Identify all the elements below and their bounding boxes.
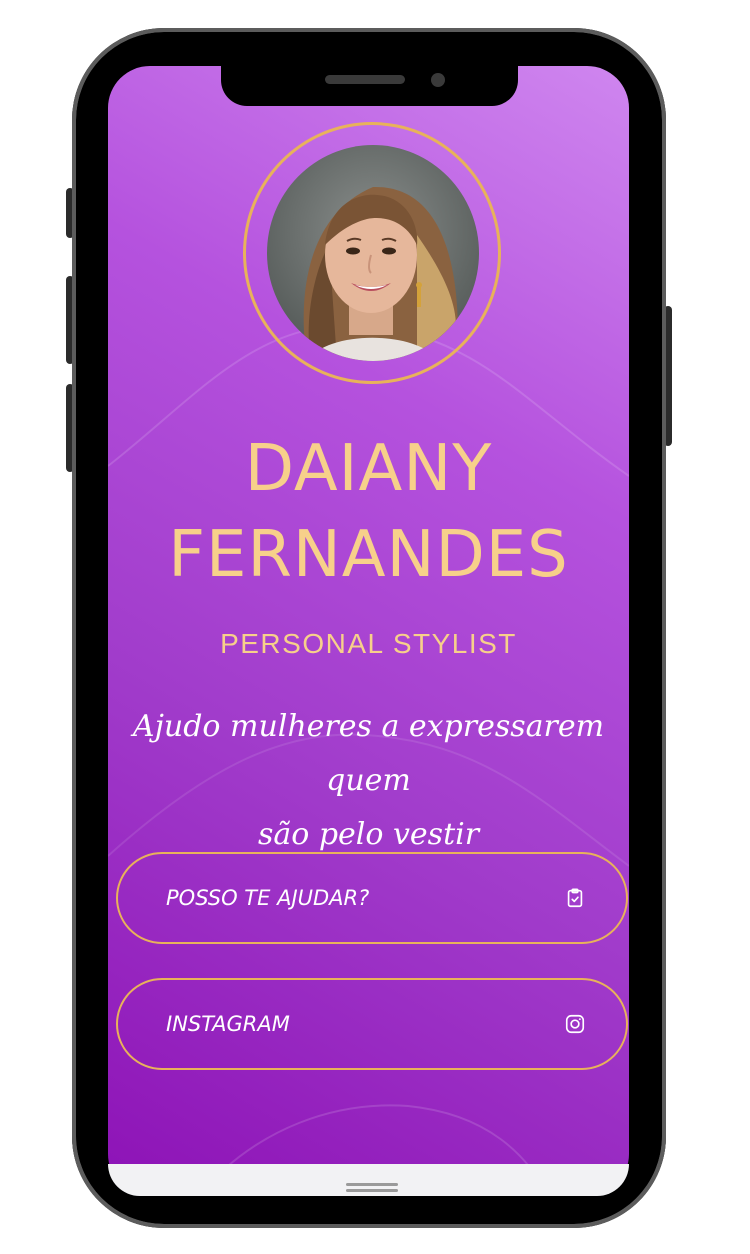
profile-role: PERSONAL STYLIST (220, 628, 517, 659)
power-button (664, 306, 672, 446)
volume-up-button (66, 276, 74, 364)
silent-switch (66, 188, 74, 238)
instagram-icon (564, 1013, 586, 1035)
profile-name-line-2: FERNANDES (168, 518, 569, 592)
profile-name-line-1: DAIANY (244, 432, 493, 506)
avatar (267, 145, 479, 361)
help-link-button[interactable]: POSSO TE AJUDAR? (116, 852, 628, 944)
home-indicator[interactable] (346, 1182, 398, 1194)
phone-notch (221, 66, 518, 106)
profile-tagline: Ajudo mulheres a expressarem quem são pe… (108, 700, 629, 862)
front-camera (431, 73, 445, 87)
tagline-line-1: Ajudo mulheres a expressarem quem (132, 709, 605, 798)
help-link-label: POSSO TE AJUDAR? (166, 886, 370, 910)
clipboard-check-icon (564, 887, 586, 909)
speaker-grille (325, 75, 405, 84)
instagram-link-button[interactable]: INSTAGRAM (116, 978, 628, 1070)
instagram-link-label: INSTAGRAM (166, 1012, 290, 1036)
volume-down-button (66, 384, 74, 472)
profile-photo (267, 145, 479, 361)
